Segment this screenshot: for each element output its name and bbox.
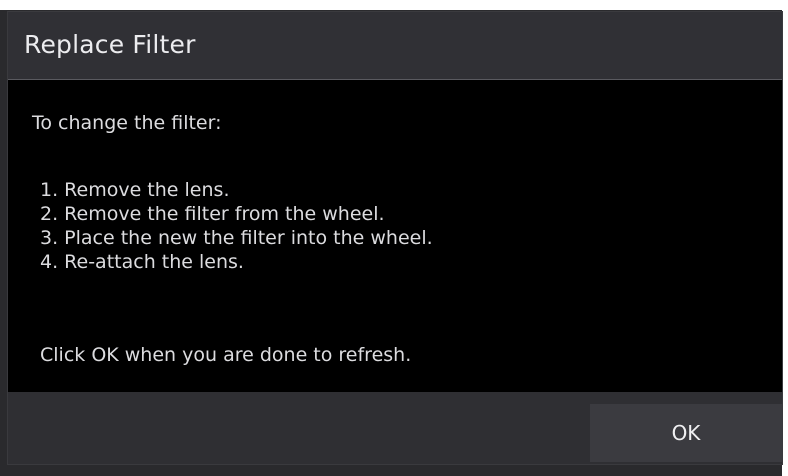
dialog-footer: OK <box>8 392 782 464</box>
closing-text: Click OK when you are done to refresh. <box>40 344 412 366</box>
step-item: 2. Remove the filter from the wheel. <box>40 203 385 225</box>
backdrop-right-strip <box>782 0 788 476</box>
ok-button[interactable]: OK <box>590 404 782 462</box>
steps-list: 1. Remove the lens. 2. Remove the filter… <box>40 178 433 274</box>
step-item: 1. Remove the lens. <box>40 179 230 201</box>
intro-text: To change the filter: <box>32 112 222 134</box>
dialog-title: Replace Filter <box>24 30 196 59</box>
step-item: 4. Re-attach the lens. <box>40 251 244 273</box>
replace-filter-dialog: Replace Filter To change the filter: 1. … <box>8 12 782 464</box>
backdrop-top-strip <box>0 0 788 10</box>
dialog-header: Replace Filter <box>8 12 782 80</box>
dialog-body: To change the filter: 1. Remove the lens… <box>8 80 782 392</box>
step-item: 3. Place the new the filter into the whe… <box>40 227 433 249</box>
